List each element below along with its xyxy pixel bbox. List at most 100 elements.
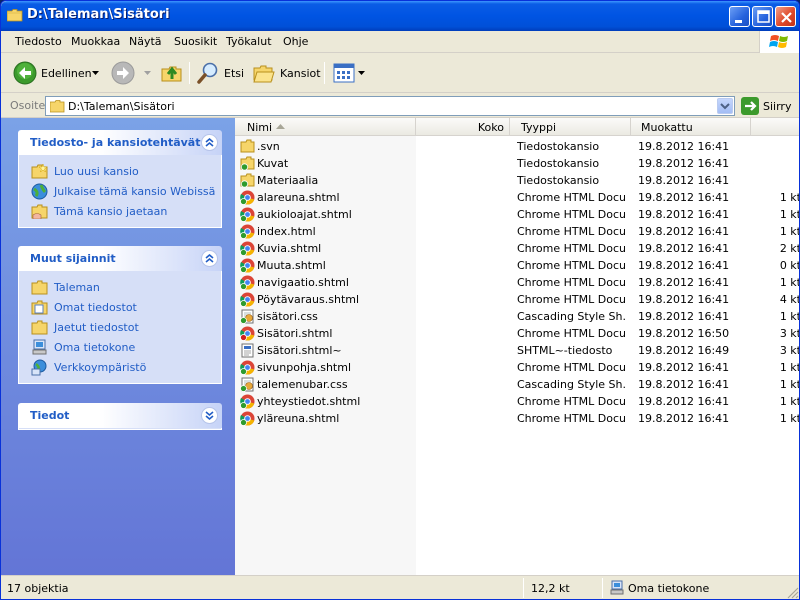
file-type: Chrome HTML Docu... [517,327,625,340]
file-modified: 19.8.2012 16:41 [638,361,730,374]
collapse-button[interactable] [201,250,218,267]
file-row[interactable]: alareuna.shtml 1 kt Chrome HTML Docu... 19.… [235,189,799,206]
minimize-icon [735,20,742,23]
file-name: sivunpohja.shtml [257,361,352,374]
task-pane: Tiedosto- ja kansiotehtävät Luo uusi kan… [1,118,235,575]
place-label: Omat tiedostot [54,300,137,314]
place-my-documents[interactable]: Omat tiedostot [19,297,221,317]
file-name: index.html [257,225,316,238]
file-row[interactable]: sisätori.css 1 kt Cascading Style Sh... 19.… [235,308,799,325]
address-dropdown-button[interactable] [717,98,733,114]
file-row[interactable]: yläreuna.shtml 1 kt Chrome HTML Docu... 19.… [235,410,799,427]
file-name: navigaatio.shtml [257,276,349,289]
column-header-modified[interactable]: Muokattu [631,118,751,136]
file-name: yhteystiedot.shtml [257,395,361,408]
file-tasks-header[interactable]: Tiedosto- ja kansiotehtävät [18,130,222,155]
file-type: Chrome HTML Docu... [517,395,625,408]
file-row[interactable]: navigaatio.shtml 1 kt Chrome HTML Docu... 1… [235,274,799,291]
task-publish-web[interactable]: Julkaise tämä kansio Webissä [19,181,221,201]
task-label: Luo uusi kansio [54,164,139,178]
file-row[interactable]: Pöytävaraus.shtml 4 kt Chrome HTML Docu...… [235,291,799,308]
file-row[interactable]: aukioloajat.shtml 1 kt Chrome HTML Docu...… [235,206,799,223]
file-row[interactable]: yhteystiedot.shtml 1 kt Chrome HTML Docu..… [235,393,799,410]
search-icon [197,62,218,84]
my-computer-icon [32,339,47,354]
place-label: Jaetut tiedostot [54,320,139,334]
close-button[interactable] [775,6,796,27]
address-input[interactable]: D:\Taleman\Sisätori [45,96,735,116]
task-new-folder[interactable]: Luo uusi kansio [19,161,221,181]
search-button[interactable]: Etsi [196,60,244,86]
other-places-header[interactable]: Muut sijainnit [18,246,222,271]
minimize-button[interactable] [729,6,750,27]
back-label: Edellinen [41,66,92,80]
file-type: Chrome HTML Docu... [517,361,625,374]
details-header[interactable]: Tiedot [18,403,222,428]
maximize-button[interactable] [752,6,773,27]
address-bar: Osoite D:\Taleman\Sisätori Siirry [1,94,799,118]
status-size: 12,2 kt [531,582,570,595]
back-dropdown-arrow-icon[interactable] [92,71,99,76]
file-row[interactable]: Kuvat Tiedostokansio 19.8.2012 16:41 [235,155,799,172]
go-button[interactable]: Siirry [741,97,791,115]
menu-edit[interactable]: Muokkaa [71,35,120,48]
forward-dropdown-arrow-icon[interactable] [144,71,151,76]
views-icon [333,63,355,83]
toolbar: Edellinen Etsi Kansiot [1,54,799,93]
file-list[interactable]: Nimi Koko Tyyppi Muokattu .svn Tiedostoka… [235,118,799,575]
menu-tools[interactable]: Työkalut [226,35,272,48]
folder-icon [7,9,23,22]
expand-button[interactable] [201,407,218,424]
chevron-up-icon [205,137,214,147]
file-row[interactable]: .svn Tiedostokansio 19.8.2012 16:41 [235,138,799,155]
forward-button[interactable] [111,60,135,86]
file-modified: 19.8.2012 16:41 [638,174,730,187]
title-bar[interactable]: D:\Taleman\Sisätori [1,1,799,31]
place-taleman[interactable]: Taleman [19,277,221,297]
menu-favorites[interactable]: Suosikit [174,35,217,48]
menu-view[interactable]: Näytä [129,35,162,48]
other-places-title: Muut sijainnit [30,252,116,265]
file-name: .svn [257,140,280,153]
chevron-down-icon [720,103,730,110]
column-header-type[interactable]: Tyyppi [510,118,631,136]
file-type: Chrome HTML Docu... [517,276,625,289]
resize-grip-icon[interactable] [787,587,799,599]
folders-button[interactable]: Kansiot [252,60,321,86]
file-tasks-panel: Tiedosto- ja kansiotehtävät Luo uusi kan… [18,130,222,228]
column-header-filler [751,118,799,136]
file-row[interactable]: Sisätori.shtml~ 3 kt SHTML~-tiedosto 19.8.2… [235,342,799,359]
collapse-button[interactable] [201,134,218,151]
details-panel: Tiedot [18,403,222,430]
menu-bar: Tiedosto Muokkaa Näytä Suosikit Työkalut… [1,31,799,53]
file-row[interactable]: sivunpohja.shtml 1 kt Chrome HTML Docu... 1… [235,359,799,376]
up-folder-button[interactable] [160,60,184,86]
file-name: talemenubar.css [257,378,348,391]
file-row[interactable]: Sisätori.shtml 3 kt Chrome HTML Docu... 19.… [235,325,799,342]
file-type: Tiedostokansio [517,140,600,153]
menu-help[interactable]: Ohje [283,35,308,48]
column-header-name[interactable]: Nimi [235,118,416,136]
file-row[interactable]: Kuvia.shtml 2 kt Chrome HTML Docu... 19.8.2… [235,240,799,257]
file-row[interactable]: Muuta.shtml 0 kt Chrome HTML Docu... 19.8.2… [235,257,799,274]
place-my-computer[interactable]: Oma tietokone [19,337,221,357]
task-share-folder[interactable]: Tämä kansio jaetaan [19,201,221,221]
place-label: Taleman [54,280,100,294]
file-row[interactable]: talemenubar.css 1 kt Cascading Style Sh...… [235,376,799,393]
back-button[interactable]: Edellinen [13,60,92,86]
file-row[interactable]: index.html 1 kt Chrome HTML Docu... 19.8.20… [235,223,799,240]
column-header-size[interactable]: Koko [416,118,510,136]
views-button[interactable] [332,60,365,86]
file-row[interactable]: Materiaalia Tiedostokansio 19.8.2012 16:41 [235,172,799,189]
file-modified: 19.8.2012 16:41 [638,208,730,221]
file-name: Pöytävaraus.shtml [257,293,360,306]
chrome-html-icon [240,292,255,307]
menu-file[interactable]: Tiedosto [15,35,62,48]
go-label: Siirry [763,99,792,113]
place-network[interactable]: Verkkoympäristö [19,357,221,377]
file-type: Tiedostokansio [517,174,600,187]
place-shared-documents[interactable]: Jaetut tiedostot [19,317,221,337]
file-type: Chrome HTML Docu... [517,293,625,306]
toolbar-separator [189,62,190,84]
file-name: Kuvat [257,157,289,170]
